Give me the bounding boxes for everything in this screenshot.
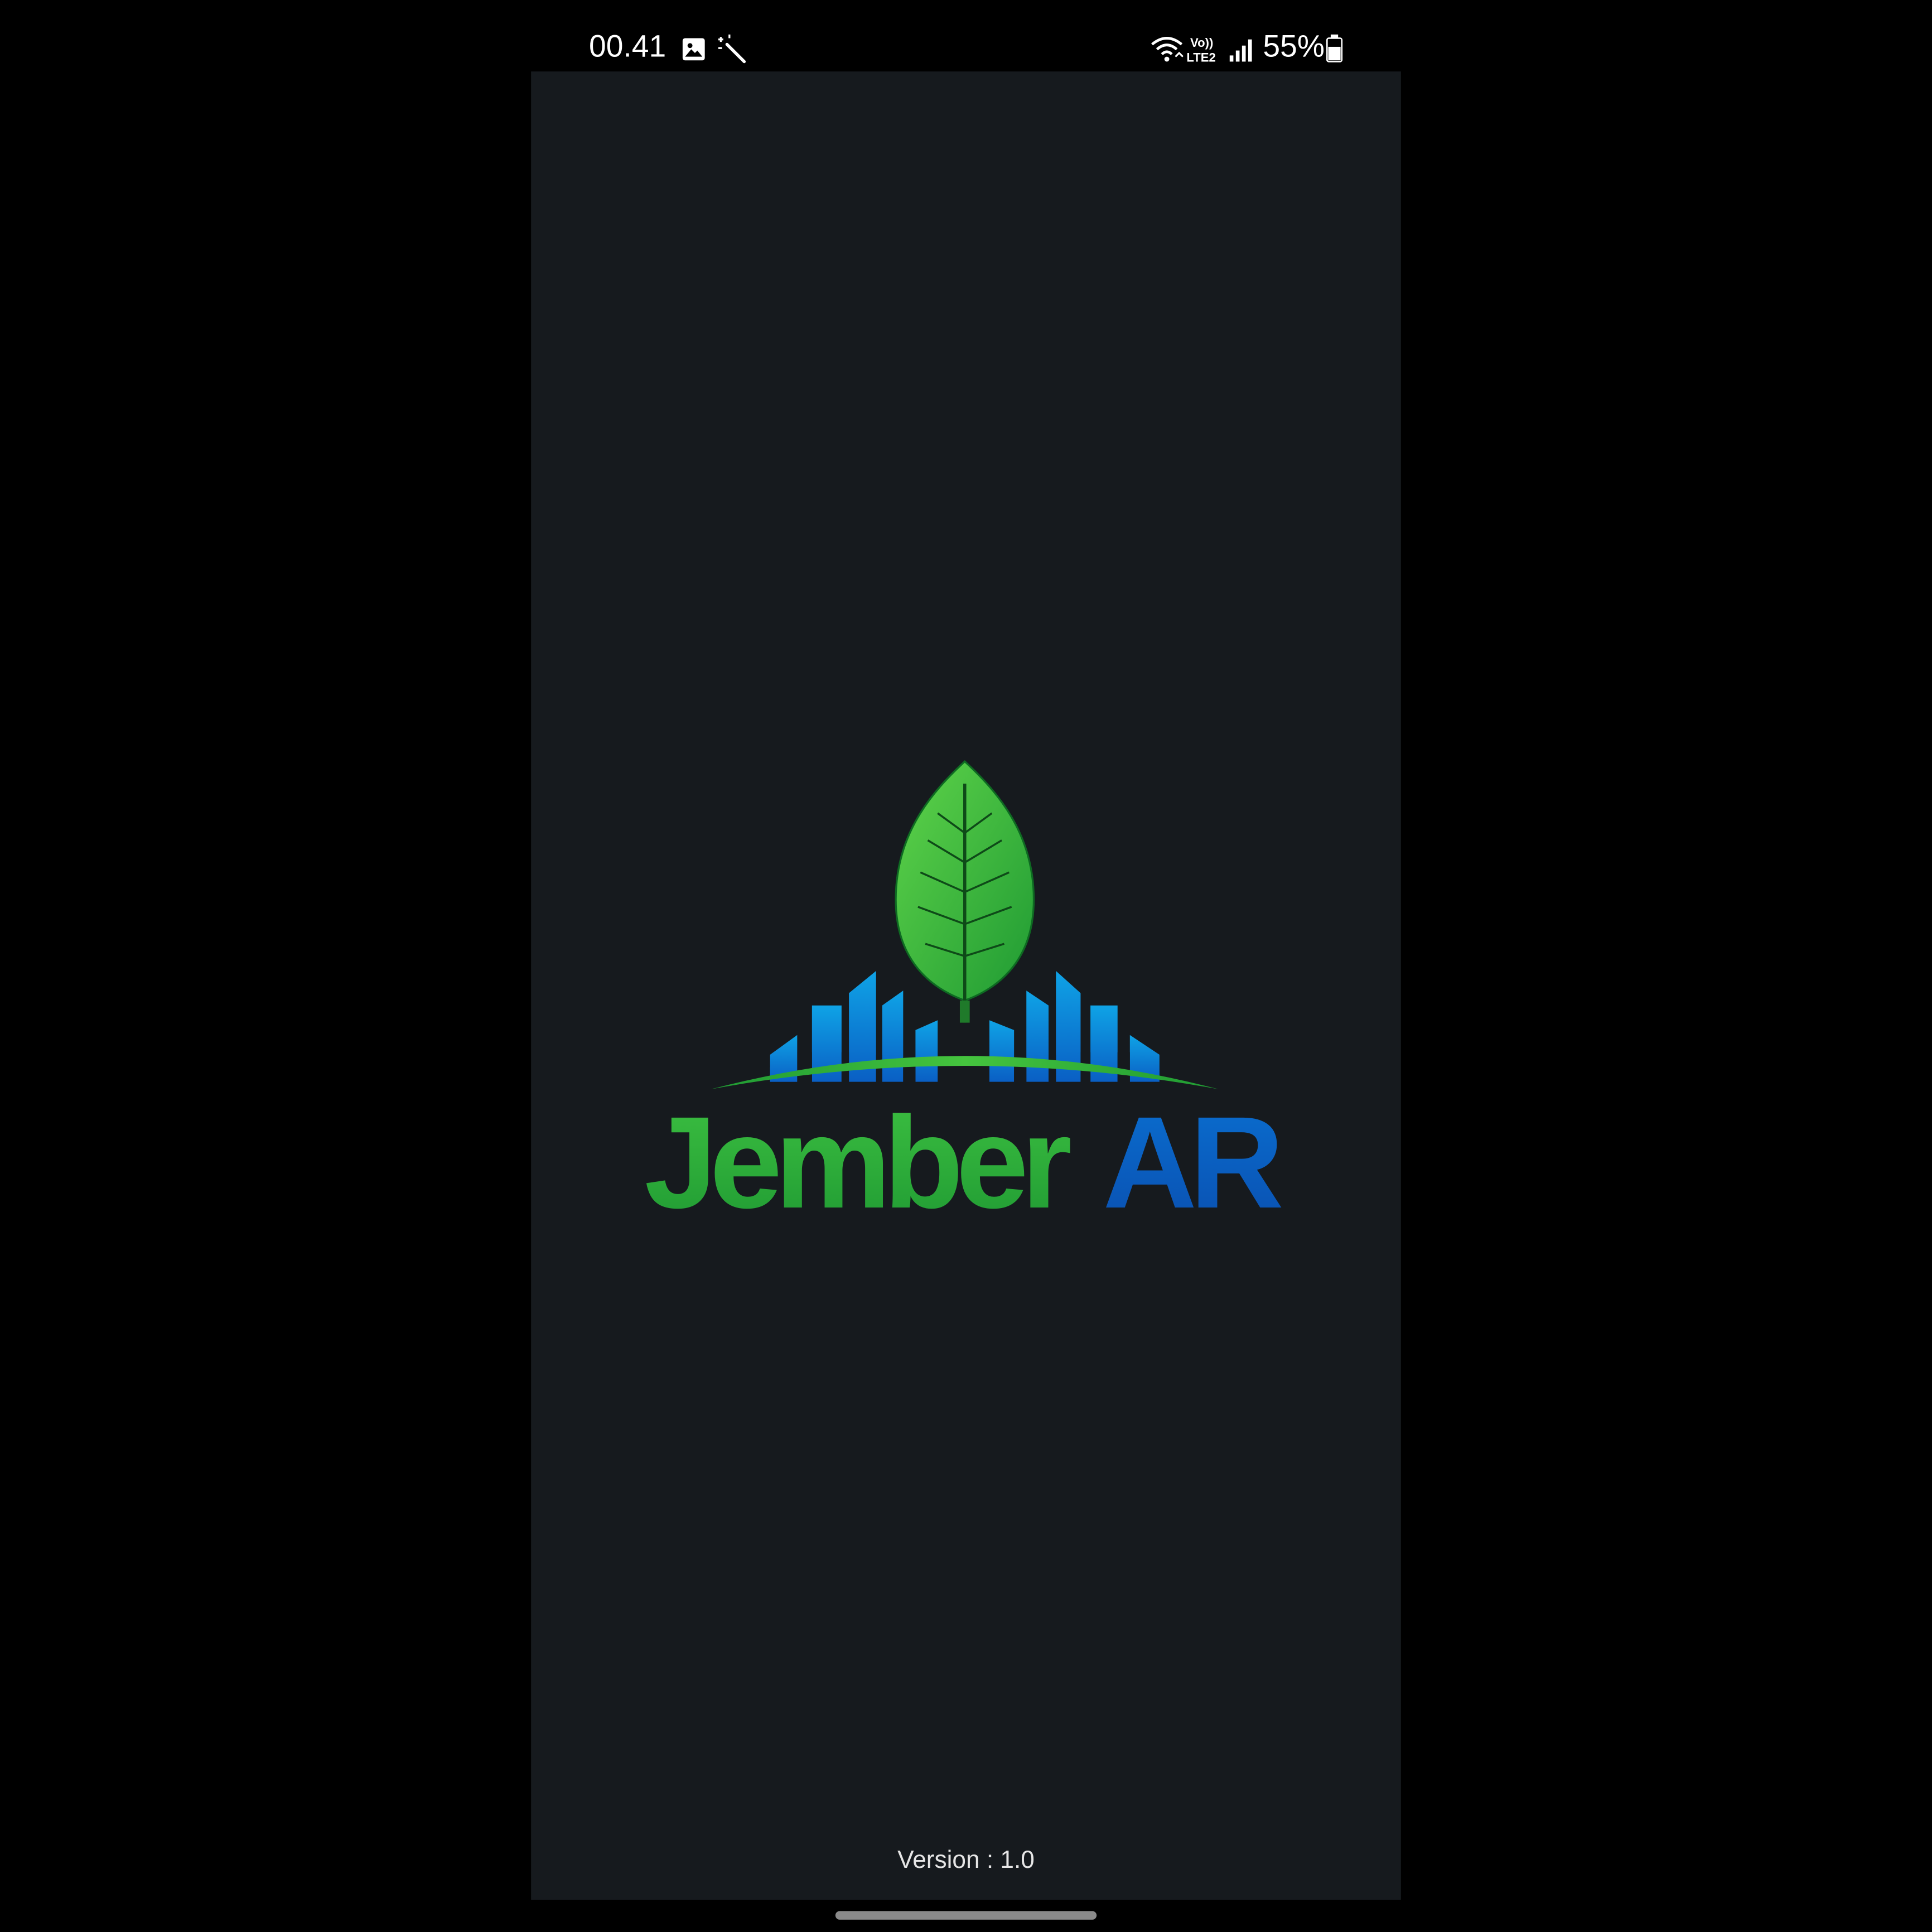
- device-frame: 00.41 Vo)) LTE2 55% Jember AR Version: …: [0, 0, 1932, 1932]
- svg-text:LTE2: LTE2: [1186, 50, 1215, 64]
- svg-text:Vo)): Vo)): [1190, 36, 1213, 50]
- home-indicator[interactable]: [835, 1911, 1097, 1920]
- image-notification-icon: [682, 38, 705, 61]
- volte-lte2-icon: Vo)) LTE2: [1186, 36, 1215, 65]
- splash-screen: Jember AR Version : 1.0: [531, 71, 1401, 1900]
- leaf-icon: [895, 760, 1035, 1023]
- signal-icon: [1229, 39, 1252, 62]
- brand-suffix: AR: [1103, 1089, 1282, 1227]
- jemberar-logo: Jember AR: [644, 760, 1288, 1227]
- magic-wand-icon: [718, 34, 746, 64]
- brand-word: Jember: [644, 1089, 1070, 1227]
- wifi-icon: [1151, 37, 1184, 62]
- battery-icon: [1326, 34, 1343, 62]
- status-bar: 00.41 Vo)) LTE2 55%: [531, 22, 1401, 71]
- status-time: 00.41: [588, 30, 666, 64]
- version-label: Version : 1.0: [897, 1847, 1035, 1875]
- battery-percentage: 55%: [1263, 30, 1325, 64]
